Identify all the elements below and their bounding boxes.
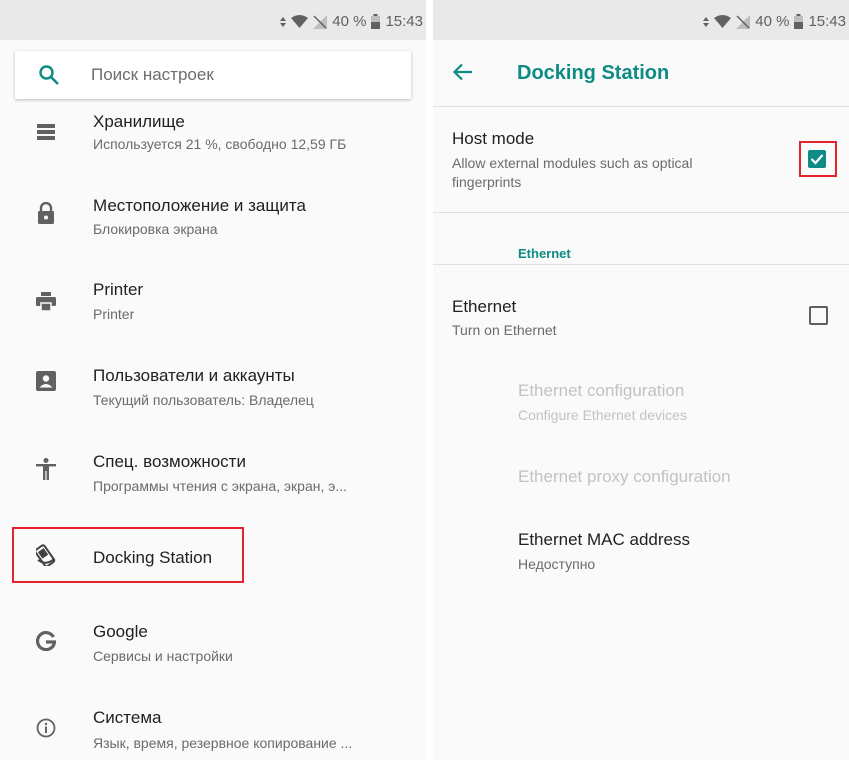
printer-icon: [35, 291, 57, 313]
settings-item-subtitle: Printer: [93, 306, 135, 322]
wifi-icon: [714, 15, 732, 28]
account-box-icon: [35, 370, 57, 392]
ethernet-proxy-title: Ethernet proxy configuration: [518, 467, 731, 486]
settings-item-subtitle: Текущий пользователь: Владелец: [93, 392, 314, 408]
storage-icon: [35, 121, 57, 143]
settings-item-title: Пользователи и аккаунты: [93, 366, 295, 385]
back-arrow-icon[interactable]: [453, 63, 473, 81]
no-signal-icon: [313, 14, 328, 29]
settings-item-title: Местоположение и защита: [93, 196, 306, 215]
status-icons: 40 % 15:43: [703, 13, 846, 30]
search-placeholder: Поиск настроек: [91, 65, 214, 84]
ethernet-title: Ethernet: [452, 297, 517, 316]
preference-ethernet-proxy: Ethernet proxy configuration: [433, 450, 849, 506]
settings-item-title: Система: [93, 708, 162, 727]
preference-ethernet[interactable]: Ethernet Turn on Ethernet: [433, 280, 849, 350]
settings-item-subtitle: Язык, время, резервное копирование ...: [93, 735, 353, 751]
divider: [433, 264, 849, 265]
ethernet-checkbox[interactable]: [809, 306, 828, 325]
ethernet-mac-title: Ethernet MAC address: [518, 530, 690, 549]
host-mode-subtitle: Allow external modules such as optical f…: [452, 155, 693, 190]
settings-item-users-accounts[interactable]: Пользователи и аккаунты Текущий пользова…: [0, 350, 426, 416]
page-title: Docking Station: [517, 62, 670, 84]
settings-panel: 40 % 15:43 Поиск настроек Хранилище Испо…: [0, 0, 426, 760]
settings-item-subtitle: Используется 21 %, свободно 12,59 ГБ: [93, 136, 347, 152]
settings-item-printer[interactable]: Printer Printer: [0, 264, 426, 330]
battery-icon: [371, 14, 381, 29]
divider: [433, 106, 849, 107]
settings-item-title: Хранилище: [93, 112, 185, 131]
battery-percent: 40 %: [332, 13, 367, 30]
docking-station-panel: 40 % 15:43 Docking Station Host mode All…: [433, 0, 849, 760]
wifi-icon: [291, 15, 309, 28]
lock-icon: [35, 202, 57, 224]
status-icons: 40 % 15:43: [280, 13, 423, 30]
no-signal-icon: [736, 14, 751, 29]
preference-host-mode[interactable]: Host mode Allow external modules such as…: [433, 108, 849, 210]
ethernet-config-subtitle: Configure Ethernet devices: [518, 407, 687, 423]
settings-item-subtitle: Программы чтения с экрана, экран, э...: [93, 478, 348, 494]
status-time: 15:43: [385, 13, 423, 30]
status-time: 15:43: [808, 13, 846, 30]
google-icon: [35, 630, 57, 652]
preference-ethernet-mac[interactable]: Ethernet MAC address Недоступно: [433, 515, 849, 585]
settings-item-accessibility[interactable]: Спец. возможности Программы чтения с экр…: [0, 436, 426, 502]
highlight-box-host-mode-checkbox: [799, 141, 837, 177]
settings-item-location-security[interactable]: Местоположение и защита Блокировка экран…: [0, 182, 426, 248]
settings-item-system[interactable]: Система Язык, время, резервное копирован…: [0, 694, 426, 760]
accessibility-icon: [35, 458, 57, 480]
highlight-box-docking-station: [12, 527, 244, 583]
host-mode-title: Host mode: [452, 129, 535, 148]
app-bar: Docking Station: [433, 40, 849, 106]
ethernet-mac-subtitle: Недоступно: [518, 556, 596, 572]
preference-ethernet-configuration: Ethernet configuration Configure Etherne…: [433, 365, 849, 435]
settings-item-subtitle: Блокировка экрана: [93, 221, 218, 237]
battery-icon: [794, 14, 804, 29]
ethernet-subtitle: Turn on Ethernet: [452, 322, 557, 338]
settings-item-storage[interactable]: Хранилище Используется 21 %, свободно 12…: [0, 108, 426, 166]
settings-item-google[interactable]: Google Сервисы и настройки: [0, 606, 426, 672]
status-bar: 40 % 15:43: [0, 0, 426, 40]
signal-arrows-icon: [703, 16, 710, 27]
settings-item-subtitle: Сервисы и настройки: [93, 648, 233, 664]
search-bar[interactable]: Поиск настроек: [15, 51, 411, 99]
info-icon: [35, 717, 57, 739]
status-bar: 40 % 15:43: [433, 0, 849, 40]
panel-divider: [426, 0, 433, 760]
ethernet-config-title: Ethernet configuration: [518, 381, 685, 400]
settings-item-title: Google: [93, 622, 148, 641]
battery-percent: 40 %: [755, 13, 790, 30]
category-ethernet: Ethernet: [518, 246, 571, 261]
settings-item-title: Спец. возможности: [93, 452, 246, 471]
signal-arrows-icon: [280, 16, 287, 27]
settings-item-title: Printer: [93, 280, 144, 299]
divider: [433, 212, 849, 213]
search-icon: [39, 65, 59, 85]
